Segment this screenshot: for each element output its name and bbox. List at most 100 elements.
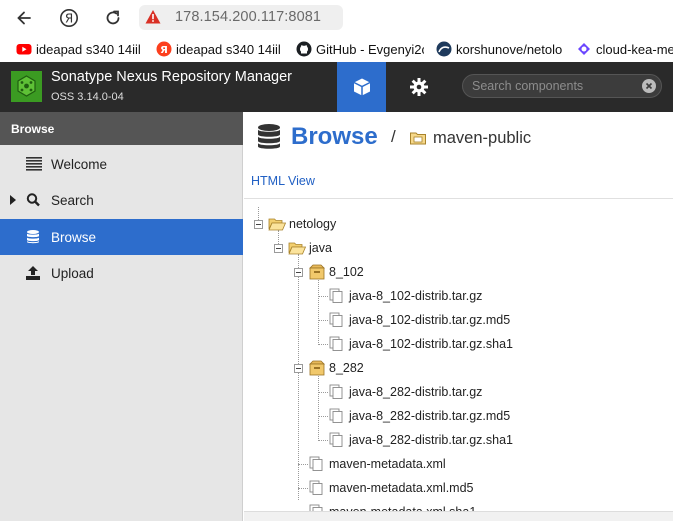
tree-node-label: java-8_282-distrib.tar.gz.sha1 bbox=[349, 433, 513, 447]
app-header: Sonatype Nexus Repository Manager OSS 3.… bbox=[0, 62, 673, 112]
tree-node-asset[interactable]: java-8_102-distrib.tar.gz bbox=[328, 287, 482, 305]
address-bar[interactable]: 178.154.200.117:8081 bbox=[139, 5, 343, 30]
list-icon bbox=[26, 157, 42, 171]
tree-node-label: maven-metadata.xml.md5 bbox=[329, 481, 474, 495]
tree-node-label: java-8_282-distrib.tar.gz bbox=[349, 385, 483, 399]
folder-open-icon bbox=[268, 218, 286, 231]
upload-icon bbox=[26, 266, 40, 280]
repository-group-icon bbox=[410, 132, 426, 145]
tree-node-folder[interactable]: netology bbox=[268, 215, 336, 233]
tree-connector bbox=[318, 374, 319, 441]
file-pages-icon bbox=[309, 456, 323, 471]
sidebar-item-upload[interactable]: Upload bbox=[0, 255, 243, 291]
collapse-toggle-icon[interactable] bbox=[254, 220, 263, 229]
folder-open-icon bbox=[288, 242, 306, 255]
sidebar-item-browse[interactable]: Browse bbox=[0, 219, 243, 255]
admin-mode-button[interactable] bbox=[394, 62, 443, 112]
breadcrumb-separator: / bbox=[391, 127, 396, 146]
repository-name: maven-public bbox=[433, 129, 532, 147]
search-icon bbox=[26, 193, 40, 207]
tree-node-asset[interactable]: java-8_282-distrib.tar.gz.md5 bbox=[328, 407, 510, 425]
tree-connector bbox=[318, 416, 328, 417]
clear-search-icon[interactable] bbox=[642, 79, 656, 93]
bookmark-github[interactable]: GitHub - Evgenyi2c bbox=[296, 40, 424, 58]
tree-node-label: 8_282 bbox=[329, 361, 364, 375]
page-title[interactable]: Browse bbox=[291, 123, 378, 151]
bookmark-netology[interactable]: korshunove/netolo bbox=[436, 40, 564, 58]
tree-connector bbox=[318, 344, 328, 345]
bookmark-cloud[interactable]: cloud-kea-me bbox=[576, 40, 673, 58]
bookmark-label: cloud-kea-me bbox=[596, 41, 673, 57]
tree-node-asset[interactable]: java-8_102-distrib.tar.gz.sha1 bbox=[328, 335, 513, 353]
bookmark-label: ideapad s340 14iil bbox=[176, 41, 281, 57]
cloud-icon bbox=[578, 43, 590, 55]
main-panel: Browse / maven-public HTML View netology bbox=[244, 112, 673, 521]
database-icon bbox=[27, 230, 39, 244]
database-icon bbox=[258, 124, 280, 149]
youtube-icon bbox=[16, 44, 32, 55]
bookmarks-bar: ideapad s340 14iil Я ideapad s340 14iil … bbox=[0, 36, 673, 62]
tree-connector bbox=[318, 278, 319, 345]
file-pages-icon bbox=[329, 408, 343, 423]
collapse-toggle-icon[interactable] bbox=[294, 364, 303, 373]
reload-icon bbox=[106, 10, 120, 25]
netology-icon bbox=[436, 41, 452, 57]
component-box-icon bbox=[309, 360, 325, 376]
component-search bbox=[462, 74, 662, 98]
html-view-link[interactable]: HTML View bbox=[251, 174, 315, 188]
yandex-button[interactable]: Я bbox=[57, 6, 81, 30]
bookmark-label: ideapad s340 14iil bbox=[36, 41, 141, 57]
tree-node-label: java-8_102-distrib.tar.gz bbox=[349, 289, 483, 303]
bookmark-youtube[interactable]: ideapad s340 14iil bbox=[16, 40, 142, 58]
tree-node-asset[interactable]: maven-metadata.xml.md5 bbox=[308, 479, 474, 497]
github-icon bbox=[296, 41, 312, 57]
arrow-left-icon bbox=[17, 11, 31, 25]
sidebar-item-welcome[interactable]: Welcome bbox=[0, 146, 243, 182]
sidebar: Browse Welcome Search Browse Upload bbox=[0, 112, 243, 521]
sidebar-item-label: Welcome bbox=[51, 157, 108, 172]
yandex-icon: Я bbox=[156, 41, 172, 57]
file-pages-icon bbox=[329, 432, 343, 447]
app-title: Sonatype Nexus Repository Manager bbox=[51, 69, 292, 85]
collapse-toggle-icon[interactable] bbox=[274, 244, 283, 253]
bookmark-yandex[interactable]: Я ideapad s340 14iil bbox=[156, 40, 282, 58]
tree-node-component[interactable]: 8_102 bbox=[308, 263, 364, 281]
tree-node-component[interactable]: 8_282 bbox=[308, 359, 364, 377]
tree-connector bbox=[318, 296, 328, 297]
tree-node-asset[interactable]: java-8_282-distrib.tar.gz.sha1 bbox=[328, 431, 513, 449]
expand-caret-icon[interactable] bbox=[10, 195, 16, 205]
search-input[interactable] bbox=[472, 78, 637, 94]
file-pages-icon bbox=[329, 312, 343, 327]
browse-mode-button[interactable] bbox=[337, 62, 386, 112]
tree-node-asset[interactable]: java-8_282-distrib.tar.gz bbox=[328, 383, 482, 401]
sidebar-item-label: Browse bbox=[51, 230, 97, 245]
tree-connector bbox=[298, 488, 308, 489]
sidebar-item-search[interactable]: Search bbox=[0, 182, 243, 218]
warning-icon[interactable] bbox=[145, 9, 161, 25]
horizontal-scrollbar[interactable] bbox=[244, 511, 673, 521]
reload-button[interactable] bbox=[101, 6, 125, 30]
tree-node-label: maven-metadata.xml bbox=[329, 457, 446, 471]
app-version: OSS 3.14.0-04 bbox=[51, 91, 124, 103]
tree-node-label: java-8_102-distrib.tar.gz.md5 bbox=[349, 313, 511, 327]
tree-node-folder[interactable]: java bbox=[288, 239, 332, 257]
tree-node-asset[interactable]: java-8_102-distrib.tar.gz.md5 bbox=[328, 311, 510, 329]
svg-text:Я: Я bbox=[160, 45, 168, 56]
file-pages-icon bbox=[309, 480, 323, 495]
browser-toolbar: Я 178.154.200.117:8081 bbox=[0, 0, 673, 36]
bookmark-label: korshunove/netolo bbox=[456, 41, 563, 57]
back-button[interactable] bbox=[12, 6, 36, 30]
sidebar-heading: Browse bbox=[0, 112, 243, 145]
cube-icon bbox=[353, 78, 370, 96]
collapse-toggle-icon[interactable] bbox=[294, 268, 303, 277]
sidebar-item-label: Search bbox=[51, 193, 94, 208]
tree-node-label: 8_102 bbox=[329, 265, 364, 279]
tree-node-asset[interactable]: maven-metadata.xml bbox=[308, 455, 446, 473]
tree-node-label: java bbox=[309, 241, 332, 255]
svg-text:Я: Я bbox=[65, 12, 73, 26]
tree-connector bbox=[298, 464, 308, 465]
tree-node-label: java-8_102-distrib.tar.gz.sha1 bbox=[349, 337, 513, 351]
file-pages-icon bbox=[329, 288, 343, 303]
sidebar-item-label: Upload bbox=[51, 266, 94, 281]
tree-node-label: java-8_282-distrib.tar.gz.md5 bbox=[349, 409, 511, 423]
